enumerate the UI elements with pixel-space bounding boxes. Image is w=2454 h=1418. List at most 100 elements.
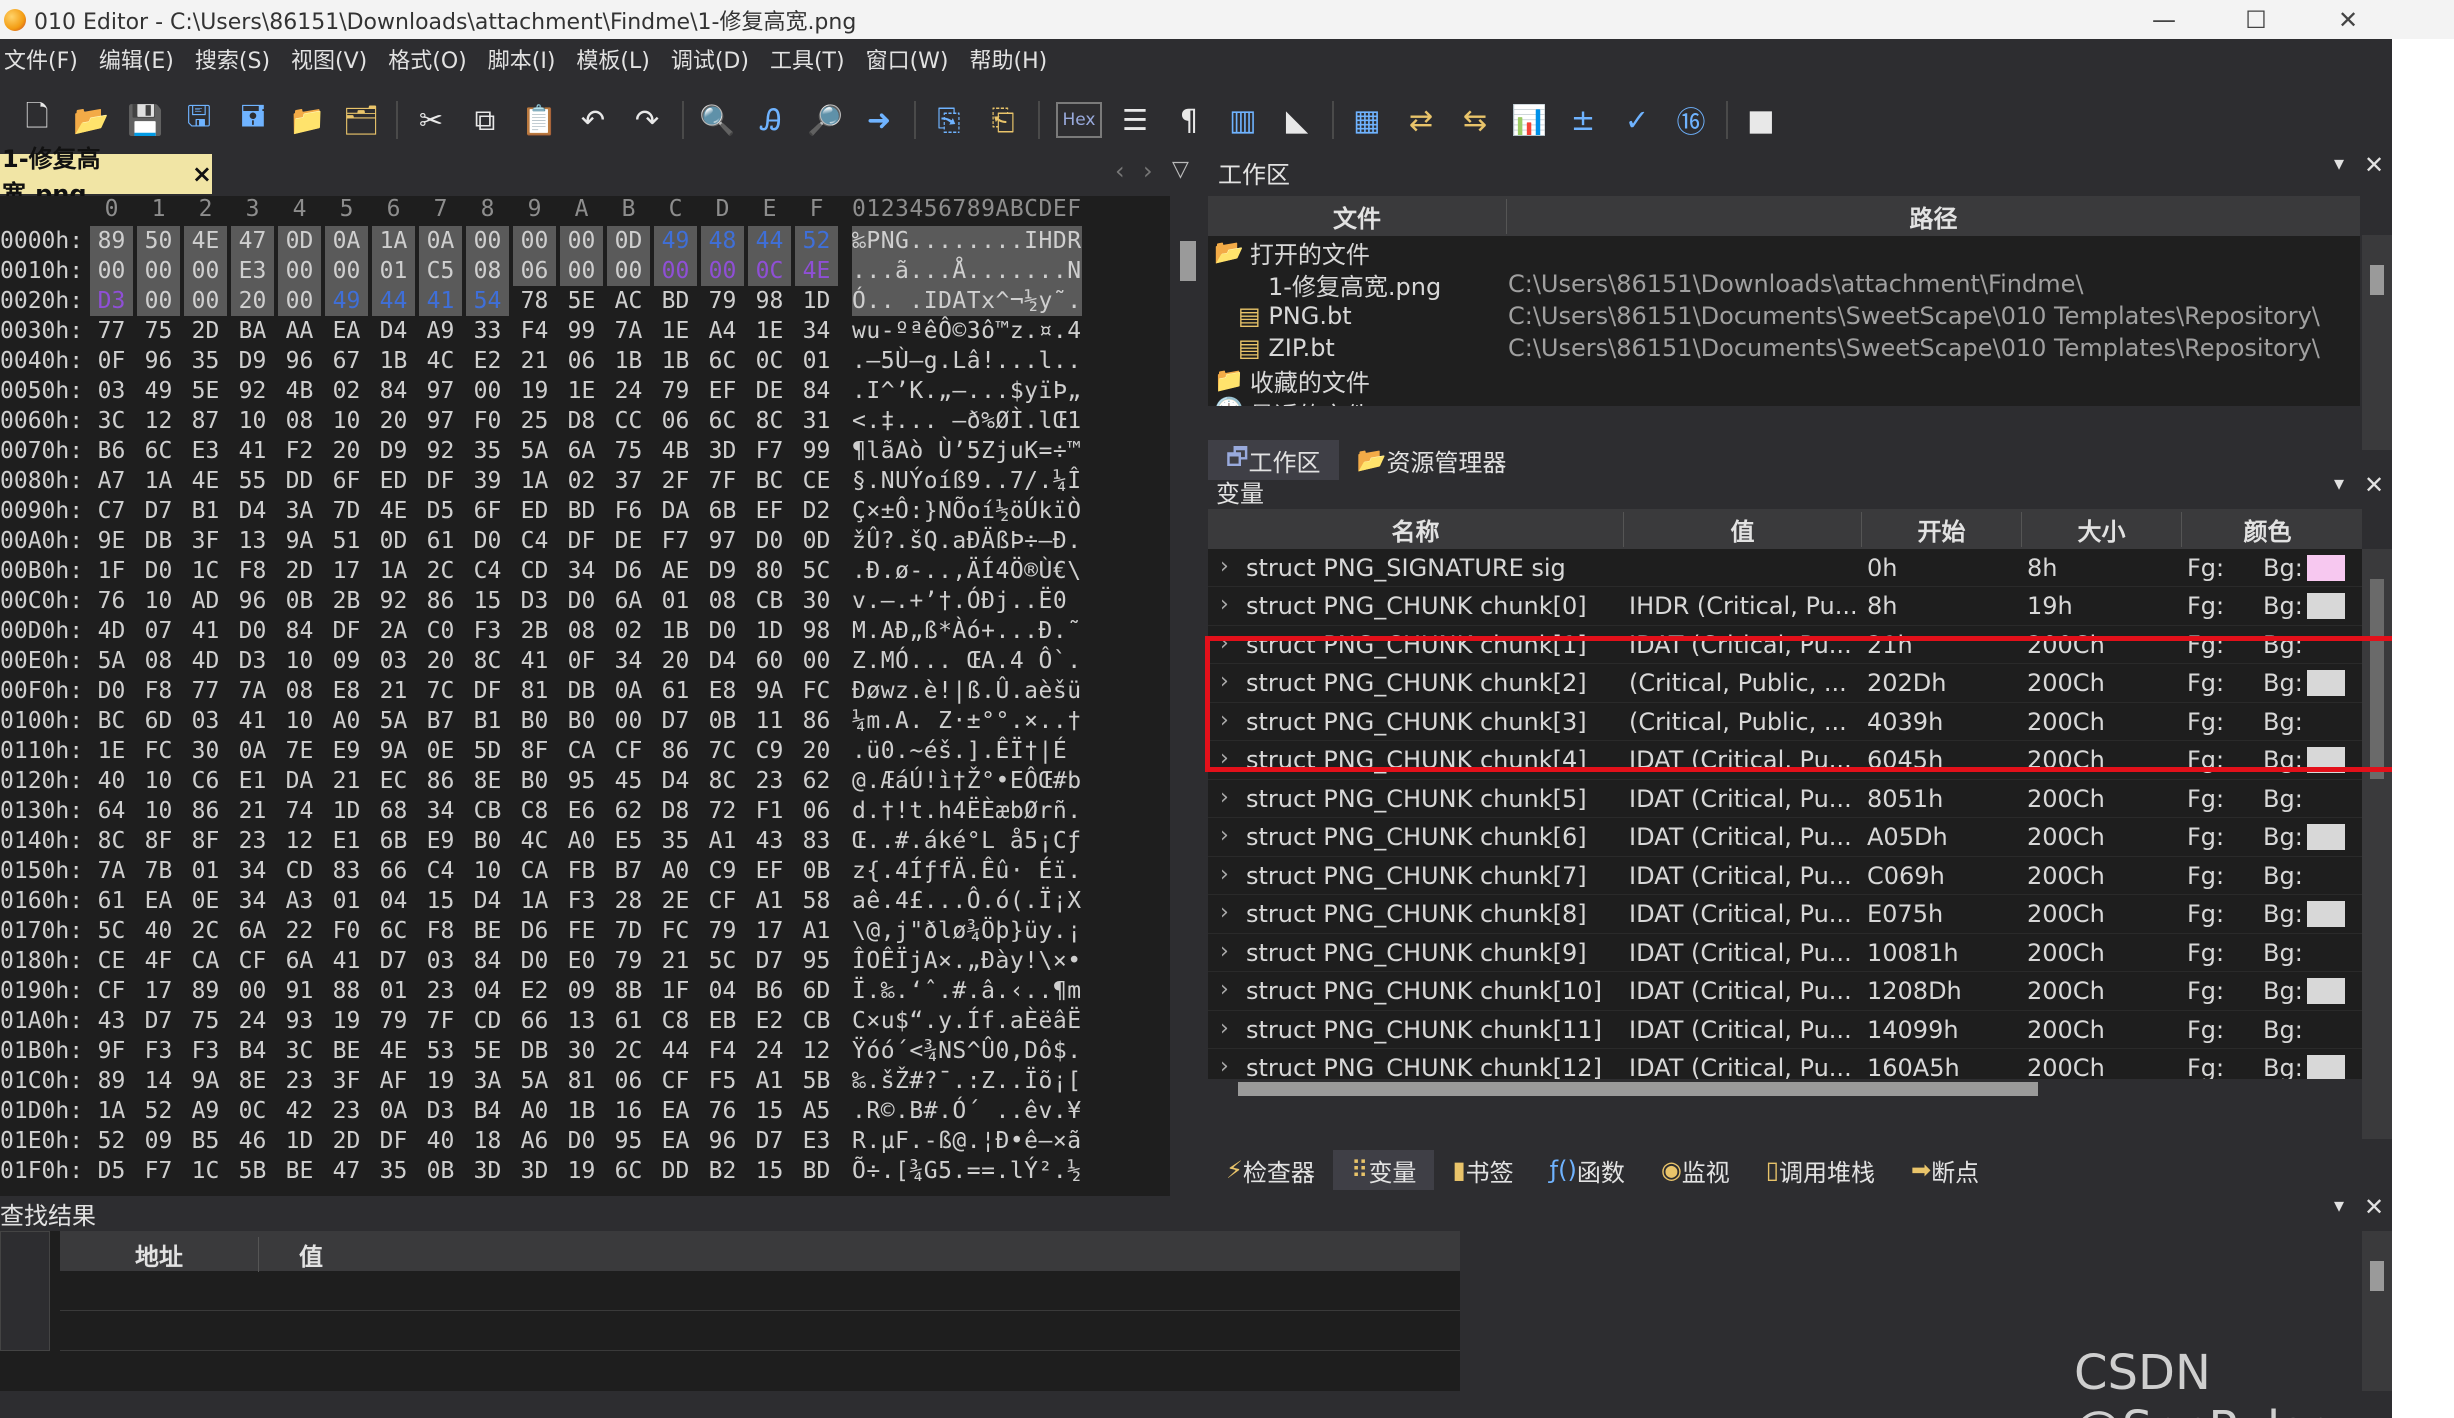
show-whitespace-icon[interactable]: ¶ xyxy=(1168,98,1210,142)
hex-byte[interactable]: 1A xyxy=(372,556,415,586)
hex-byte[interactable]: D7 xyxy=(137,496,180,526)
hex-mode-button[interactable]: Hex xyxy=(1056,102,1102,138)
hex-byte[interactable]: 25 xyxy=(513,406,556,436)
hex-byte[interactable]: 2E xyxy=(654,886,697,916)
hex-byte[interactable]: 35 xyxy=(466,436,509,466)
hex-byte[interactable]: CB xyxy=(795,1006,838,1036)
hex-byte[interactable]: 66 xyxy=(372,856,415,886)
hex-byte[interactable]: 1B xyxy=(560,1096,603,1126)
hex-byte[interactable]: 00 xyxy=(231,976,274,1006)
hex-byte[interactable]: 40 xyxy=(137,916,180,946)
variable-bg-color[interactable]: Bg: xyxy=(2263,823,2353,851)
hex-byte[interactable]: 4D xyxy=(184,646,227,676)
hex-byte[interactable]: 1A xyxy=(90,1096,133,1126)
hex-byte[interactable]: 12 xyxy=(278,826,321,856)
hex-byte[interactable]: A0 xyxy=(325,706,368,736)
hex-byte[interactable]: 8C xyxy=(701,766,744,796)
hex-byte[interactable]: 0C xyxy=(231,1096,274,1126)
hex-byte[interactable]: 51 xyxy=(325,526,368,556)
hex-byte[interactable]: 93 xyxy=(278,1006,321,1036)
hex-byte[interactable]: 21 xyxy=(231,796,274,826)
hex-byte[interactable]: B5 xyxy=(184,1126,227,1156)
hex-byte[interactable]: F8 xyxy=(137,676,180,706)
hex-byte[interactable]: 61 xyxy=(90,886,133,916)
variable-bg-color[interactable]: Bg: xyxy=(2263,1054,2353,1082)
hex-byte[interactable]: D0 xyxy=(231,616,274,646)
hex-byte[interactable]: E1 xyxy=(325,826,368,856)
hex-byte[interactable]: 02 xyxy=(560,466,603,496)
hex-byte[interactable]: 34 xyxy=(560,556,603,586)
hex-byte[interactable]: 00 xyxy=(654,256,697,286)
hex-byte[interactable]: B0 xyxy=(513,766,556,796)
ascii-text[interactable]: §.NUÝoíß9..7/.¼Î xyxy=(852,466,1082,496)
hex-byte[interactable]: 87 xyxy=(184,406,227,436)
hex-byte[interactable]: CE xyxy=(795,466,838,496)
hex-byte[interactable]: 62 xyxy=(607,796,650,826)
hex-byte[interactable]: 0F xyxy=(90,346,133,376)
hex-byte[interactable]: 79 xyxy=(701,916,744,946)
favorites-group[interactable]: 📁 收藏的文件 xyxy=(1208,364,2360,397)
hex-byte[interactable]: 10 xyxy=(278,706,321,736)
workspace-scrollbar[interactable] xyxy=(2362,235,2392,450)
hex-byte[interactable]: 06 xyxy=(560,346,603,376)
hex-scroll-thumb[interactable] xyxy=(1180,241,1196,281)
hex-byte[interactable]: 03 xyxy=(184,706,227,736)
hex-byte[interactable]: 00 xyxy=(137,286,180,316)
ascii-text[interactable]: wu-ºªêÔ©3ô™z.¤.4 xyxy=(852,316,1082,346)
ascii-text[interactable]: <.‡... —ð%ØÌ.lŒ1 xyxy=(852,406,1082,436)
hex-byte[interactable]: A4 xyxy=(701,316,744,346)
ascii-text[interactable]: Ðøwz.è!|ß.Û.aèšü xyxy=(852,676,1082,706)
hex-byte[interactable]: 21 xyxy=(513,346,556,376)
hex-row[interactable]: 0080h: A7 1A 4E 55 DD 6F ED DF 39 1A 02 37 2F 7F BC CE §.… xyxy=(0,466,1160,496)
hex-byte[interactable]: 5B xyxy=(231,1156,274,1186)
hex-byte[interactable]: 41 xyxy=(513,646,556,676)
hex-byte[interactable]: 40 xyxy=(419,1126,462,1156)
open-file-icon[interactable]: 📂 xyxy=(70,98,112,142)
hex-byte[interactable]: BE xyxy=(325,1036,368,1066)
color-swatch[interactable] xyxy=(2306,554,2345,581)
hex-byte[interactable]: 1C xyxy=(184,1156,227,1186)
hex-byte[interactable]: 89 xyxy=(184,976,227,1006)
hex-byte[interactable]: A1 xyxy=(748,886,791,916)
variable-row[interactable]: › struct PNG_CHUNK chunk[8] IDAT (Critical… xyxy=(1208,896,2362,934)
ascii-text[interactable]: \@,j"ðlø¾Öþ}üy.¡ xyxy=(852,916,1082,946)
hex-byte[interactable]: 00 xyxy=(607,256,650,286)
hex-byte[interactable]: 49 xyxy=(137,376,180,406)
expand-chevron-icon[interactable]: › xyxy=(1220,592,1229,617)
hex-byte[interactable]: A7 xyxy=(90,466,133,496)
hex-byte[interactable]: 10 xyxy=(278,646,321,676)
hex-byte[interactable]: 16 xyxy=(607,1096,650,1126)
hex-row[interactable]: 01A0h: 43 D7 75 24 93 19 79 7F CD 66 13 61 C8 EB E2 CB C×… xyxy=(0,1006,1160,1036)
hex-row[interactable]: 0180h: CE 4F CA CF 6A 41 D7 03 84 D0 E0 79 21 5C D7 95 ÎO… xyxy=(0,946,1160,976)
hex-byte[interactable]: F7 xyxy=(654,526,697,556)
hex-byte[interactable]: 67 xyxy=(325,346,368,376)
hex-byte[interactable]: CD xyxy=(513,556,556,586)
hex-byte[interactable]: 54 xyxy=(466,286,509,316)
hex-byte[interactable]: 00 xyxy=(795,646,838,676)
hex-byte[interactable]: F0 xyxy=(466,406,509,436)
hex-byte[interactable]: 64 xyxy=(90,796,133,826)
hex-byte[interactable]: BC xyxy=(748,466,791,496)
ascii-text[interactable]: ¼m.A. Z·±°°.×..† xyxy=(852,706,1082,736)
hex-byte[interactable]: B1 xyxy=(466,706,509,736)
hex-byte[interactable]: 6A xyxy=(278,946,321,976)
hex-byte[interactable]: 50 xyxy=(137,226,180,256)
hex-byte[interactable]: 6C xyxy=(701,406,744,436)
hex-byte[interactable]: 8C xyxy=(748,406,791,436)
hex-row[interactable]: 0110h: 1E FC 30 0A 7E E9 9A 0E 5D 8F CA CF 86 7C C9 20 .ü… xyxy=(0,736,1160,766)
hex-byte[interactable]: 3A xyxy=(466,1066,509,1096)
hex-byte[interactable]: 7A xyxy=(90,856,133,886)
tab-variables[interactable]: ⠿ 变量 xyxy=(1332,1150,1435,1190)
menu-templates[interactable]: 模板(L) xyxy=(572,43,666,75)
hex-byte[interactable]: B7 xyxy=(607,856,650,886)
hex-byte[interactable]: DF xyxy=(372,1126,415,1156)
hex-byte[interactable]: 4C xyxy=(513,826,556,856)
variable-bg-color[interactable]: Bg: xyxy=(2263,1016,2353,1044)
hex-byte[interactable]: 37 xyxy=(607,466,650,496)
hex-byte[interactable]: B0 xyxy=(560,706,603,736)
hex-byte[interactable]: 76 xyxy=(701,1096,744,1126)
close-tab-icon[interactable]: × xyxy=(192,160,212,188)
hex-byte[interactable]: 55 xyxy=(231,466,274,496)
hex-byte[interactable]: 74 xyxy=(278,796,321,826)
base-convert-icon[interactable]: ✓ xyxy=(1616,98,1658,142)
